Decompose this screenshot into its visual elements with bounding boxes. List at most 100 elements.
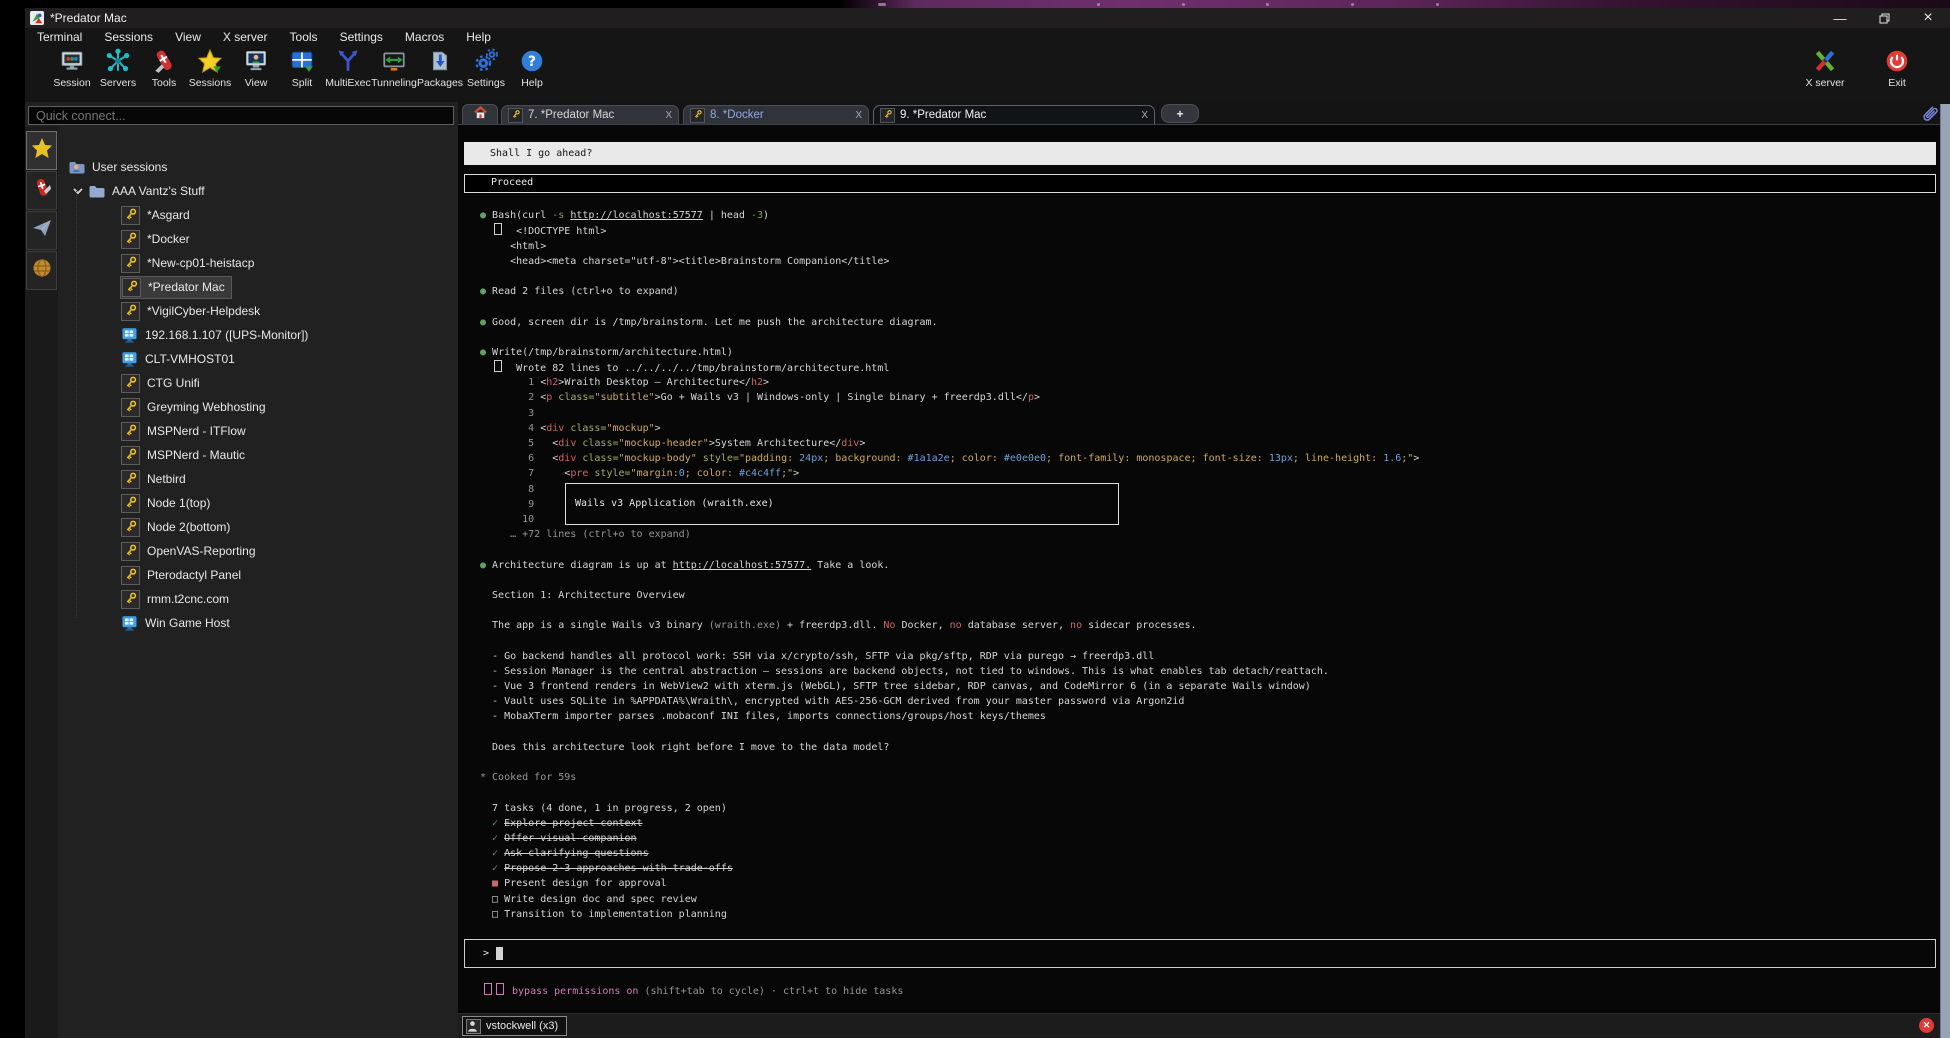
toolbar-label-tunneling: Tunneling — [371, 77, 417, 89]
winpc-icon — [121, 615, 138, 632]
home-icon — [473, 105, 488, 125]
status-text: (shift+tab to cycle) · ctrl+t to hide ta… — [644, 986, 903, 997]
key-icon — [880, 108, 895, 123]
globe-icon — [31, 257, 53, 284]
toolbar-session[interactable]: Session — [49, 48, 95, 89]
key-icon — [121, 254, 140, 273]
tree-item-node-2-bottom[interactable]: Node 2(bottom) — [58, 515, 458, 539]
tree-label: *VigilCyber-Helpdesk — [147, 304, 260, 318]
tree-item-vigilcyber-helpdesk[interactable]: *VigilCyber-Helpdesk — [58, 299, 458, 323]
tree-item-rmm-t2cnc-com[interactable]: rmm.t2cnc.com — [58, 587, 458, 611]
tree-item-clt-vmhost01[interactable]: CLT-VMHOST01 — [58, 347, 458, 371]
tab-9-predator-mac[interactable]: 9. *Predator MacX — [873, 105, 1155, 124]
code-preview-box: 8 9 10Wails v3 Application (wraith.exe) — [464, 482, 1940, 528]
menu-macros[interactable]: Macros — [405, 30, 444, 44]
new-tab-button[interactable]: + — [1161, 104, 1199, 123]
tree-item-greyming-webhosting[interactable]: Greyming Webhosting — [58, 395, 458, 419]
menu-settings[interactable]: Settings — [340, 30, 383, 44]
toolbar-tunneling[interactable]: Tunneling — [371, 48, 417, 89]
tree-label: Node 2(bottom) — [147, 520, 230, 534]
tree-item-192-168-1-107-ups-monitor[interactable]: 192.168.1.107 ([UPS-Monitor]) — [58, 323, 458, 347]
tree-label: *Docker — [147, 232, 190, 246]
dock-sftp[interactable] — [26, 211, 57, 250]
toolbar-view[interactable]: View — [233, 48, 279, 89]
terminal[interactable]: Shall I go ahead? Proceed ● Bash(curl -s… — [458, 125, 1950, 1013]
tab-home[interactable] — [462, 104, 498, 124]
help-icon: ? — [519, 48, 545, 74]
tree-item-mspnerd-mautic[interactable]: MSPNerd - Mautic — [58, 443, 458, 467]
terminal-blank-line — [464, 542, 1940, 557]
tree-item-node-1-top[interactable]: Node 1(top) — [58, 491, 458, 515]
paperclip-icon[interactable] — [1920, 104, 1938, 122]
terminal-line: 5 <div class="mockup-header">System Arch… — [464, 436, 1940, 451]
strip-dot — [1097, 3, 1100, 6]
prompt-input[interactable]: > — [464, 939, 1936, 968]
app-icon — [30, 11, 44, 25]
session-icon — [59, 48, 85, 74]
restore-button[interactable] — [1862, 8, 1906, 28]
quick-connect-input[interactable] — [28, 106, 454, 125]
dock-favorites[interactable] — [26, 131, 57, 170]
key-icon — [122, 278, 141, 297]
dock-network[interactable] — [26, 251, 57, 290]
tree-item-openvas-reporting[interactable]: OpenVAS-Reporting — [58, 539, 458, 563]
tree-item-asgard[interactable]: *Asgard — [58, 203, 458, 227]
tree-item-mspnerd-itflow[interactable]: MSPNerd - ITFlow — [58, 419, 458, 443]
tab-7-predator-mac[interactable]: 7. *Predator MacX — [501, 105, 679, 124]
tab-close-icon[interactable]: X — [655, 110, 672, 121]
toolbar-packages[interactable]: Packages — [417, 48, 463, 89]
toolbar-help[interactable]: ?Help — [509, 48, 555, 89]
winpc-icon — [121, 327, 138, 344]
menu-terminal[interactable]: Terminal — [37, 30, 82, 44]
xserver-icon — [1812, 48, 1838, 74]
terminal-line: 3 — [464, 406, 1940, 421]
key-icon — [121, 374, 140, 393]
menu-sessions[interactable]: Sessions — [104, 30, 153, 44]
terminal-line: ✓ Propose 2-3 approaches with trade-offs — [464, 861, 1940, 876]
toolbar-multiexec[interactable]: MultiExec — [325, 48, 371, 89]
tree-item-aaa-vantz-s-stuff[interactable]: AAA Vantz's Stuff — [58, 179, 458, 203]
toolbar-exit[interactable]: Exit — [1874, 48, 1920, 89]
minimize-button[interactable]: — — [1818, 8, 1862, 28]
right-scrollbar[interactable] — [1940, 104, 1950, 1038]
terminal-line: <head><meta charset="utf-8"><title>Brain… — [464, 254, 1940, 269]
tree-item-user-sessions[interactable]: User sessions — [58, 155, 458, 179]
toolbar-sessions[interactable]: Sessions — [187, 48, 233, 89]
key-icon — [690, 108, 705, 123]
user-session-button[interactable]: vstockwell (x3) — [462, 1016, 567, 1036]
toolbar-tools[interactable]: Tools — [141, 48, 187, 89]
terminal-line: 4 <div class="mockup"> — [464, 421, 1940, 436]
tree-label: Win Game Host — [145, 616, 230, 630]
user-icon — [466, 1019, 481, 1034]
menu-tools[interactable]: Tools — [290, 30, 318, 44]
tree-item-new-cp01-heistacp[interactable]: *New-cp01-heistacp — [58, 251, 458, 275]
tree-item-netbird[interactable]: Netbird — [58, 467, 458, 491]
terminal-line: 1 <h2>Wraith Desktop — Architecture</h2> — [464, 375, 1940, 390]
toolbar-settings[interactable]: Settings — [463, 48, 509, 89]
menu-view[interactable]: View — [175, 30, 201, 44]
close-button[interactable]: × — [1906, 8, 1950, 28]
tree-label: OpenVAS-Reporting — [147, 544, 256, 558]
tree-item-predator-mac[interactable]: *Predator Mac — [58, 275, 458, 299]
terminal-line: - Vault uses SQLite in %APPDATA%\Wraith\… — [464, 694, 1940, 709]
toolbar-split[interactable]: Split — [279, 48, 325, 89]
notification-close-icon[interactable]: ✕ — [1919, 1018, 1934, 1033]
tab-close-icon[interactable]: X — [1131, 110, 1148, 121]
key-icon — [121, 590, 140, 609]
menu-help[interactable]: Help — [466, 30, 491, 44]
proceed-option[interactable]: Proceed — [464, 174, 1936, 193]
tree-item-ctg-unifi[interactable]: CTG Unifi — [58, 371, 458, 395]
menu-x-server[interactable]: X server — [223, 30, 268, 44]
terminal-line: <!DOCTYPE html> — [464, 223, 1940, 238]
toolbar-x-server[interactable]: X server — [1802, 48, 1848, 89]
tree-item-pterodactyl-panel[interactable]: Pterodactyl Panel — [58, 563, 458, 587]
tab-8-docker[interactable]: 8. *DockerX — [683, 105, 869, 124]
tree-label: Netbird — [147, 472, 186, 486]
tree-item-win-game-host[interactable]: Win Game Host — [58, 611, 458, 635]
toolbar-servers[interactable]: Servers — [95, 48, 141, 89]
tree-item-docker[interactable]: *Docker — [58, 227, 458, 251]
terminal-line: <html> — [464, 239, 1940, 254]
dock-tools[interactable] — [26, 171, 57, 210]
tab-close-icon[interactable]: X — [845, 110, 862, 121]
chevron-down-icon[interactable] — [72, 187, 84, 196]
